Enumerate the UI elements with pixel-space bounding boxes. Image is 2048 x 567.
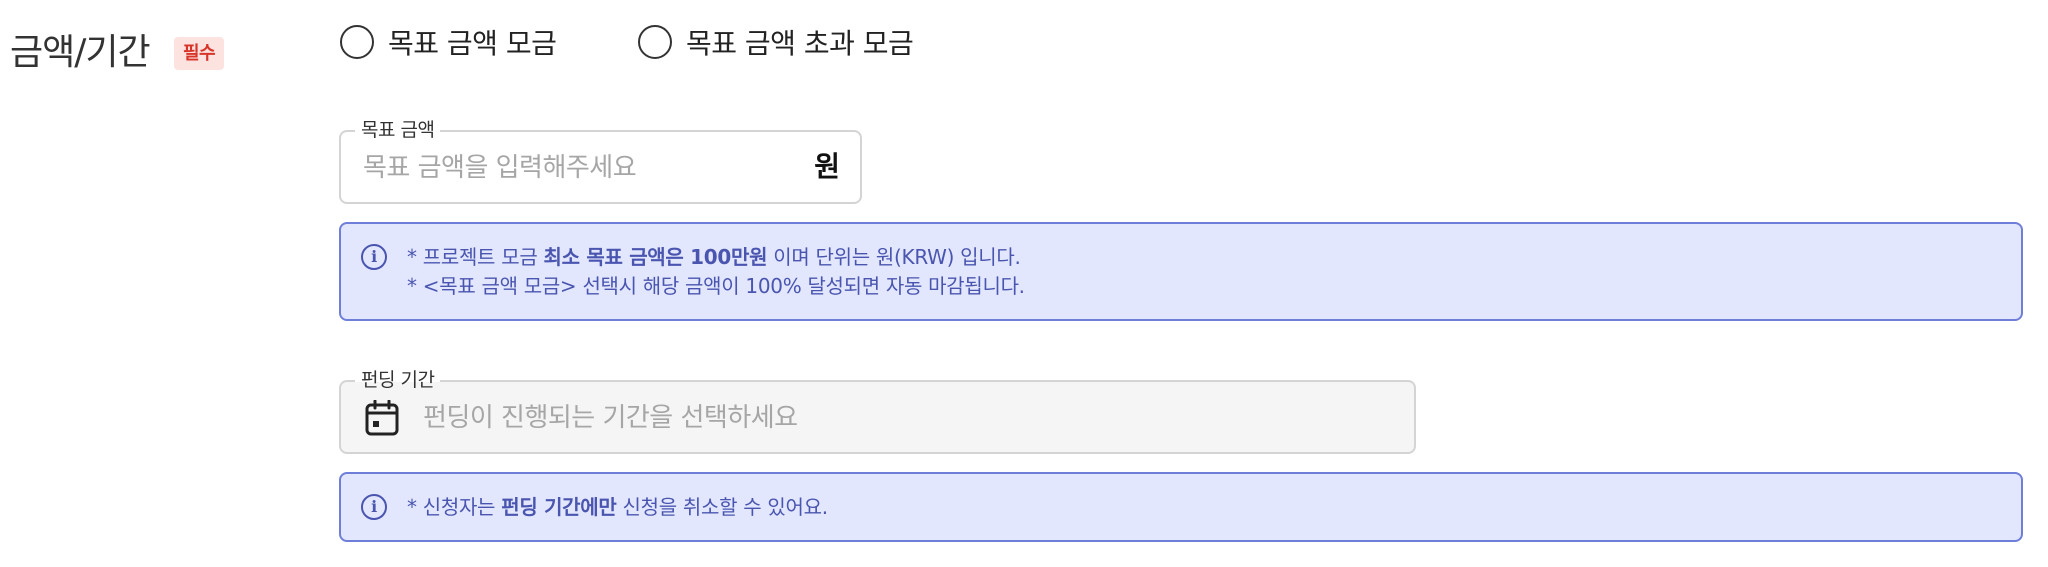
period-info-box: i * 신청자는 펀딩 기간에만 신청을 취소할 수 있어요. bbox=[339, 472, 2023, 542]
period-info-line-1-bold: 펀딩 기간에만 bbox=[501, 495, 617, 519]
funding-period-field[interactable]: 펀딩 기간 펀딩이 진행되는 기간을 선택하세요 bbox=[339, 368, 1416, 454]
radio-circle-icon[interactable] bbox=[340, 25, 374, 59]
goal-amount-field[interactable]: 목표 금액 목표 금액을 입력해주세요 원 bbox=[339, 118, 862, 204]
amount-info-line-1-bold: 최소 목표 금액은 100만원 bbox=[543, 245, 768, 269]
amount-info-line-2: * <목표 금액 모금> 선택시 해당 금액이 100% 달성되면 자동 마감됩… bbox=[407, 274, 1025, 298]
required-badge: 필수 bbox=[174, 37, 225, 70]
radio-goal-exceed[interactable]: 목표 금액 초과 모금 bbox=[638, 22, 914, 62]
amount-info-line-1: * 프로젝트 모금 최소 목표 금액은 100만원 이며 단위는 원(KRW) … bbox=[407, 243, 1021, 271]
currency-unit-label: 원 bbox=[814, 150, 840, 183]
radio-goal-amount-label[interactable]: 목표 금액 모금 bbox=[388, 22, 557, 62]
amount-info-line-1-prefix: * 프로젝트 모금 bbox=[407, 245, 544, 269]
funding-period-input[interactable]: 펀딩이 진행되는 기간을 선택하세요 bbox=[423, 400, 798, 436]
amount-info-box: i * 프로젝트 모금 최소 목표 금액은 100만원 이며 단위는 원(KRW… bbox=[339, 222, 2023, 321]
radio-goal-amount[interactable]: 목표 금액 모금 bbox=[340, 22, 557, 62]
amount-info-line-1-suffix: 이며 단위는 원(KRW) 입니다. bbox=[767, 245, 1021, 269]
period-info-line-1: * 신청자는 펀딩 기간에만 신청을 취소할 수 있어요. bbox=[407, 493, 828, 521]
info-icon: i bbox=[361, 244, 387, 270]
period-info-line-1-prefix: * 신청자는 bbox=[407, 495, 502, 519]
radio-circle-icon[interactable] bbox=[638, 25, 672, 59]
radio-goal-exceed-label[interactable]: 목표 금액 초과 모금 bbox=[686, 22, 914, 62]
funding-period-legend: 펀딩 기간 bbox=[355, 368, 441, 392]
calendar-icon[interactable] bbox=[365, 400, 399, 436]
info-icon: i bbox=[361, 494, 387, 520]
section-title: 금액/기간 bbox=[10, 32, 151, 73]
goal-amount-legend: 목표 금액 bbox=[355, 118, 441, 142]
period-info-line-1-suffix: 신청을 취소할 수 있어요. bbox=[616, 495, 829, 519]
goal-amount-input[interactable]: 목표 금액을 입력해주세요 bbox=[363, 150, 637, 186]
